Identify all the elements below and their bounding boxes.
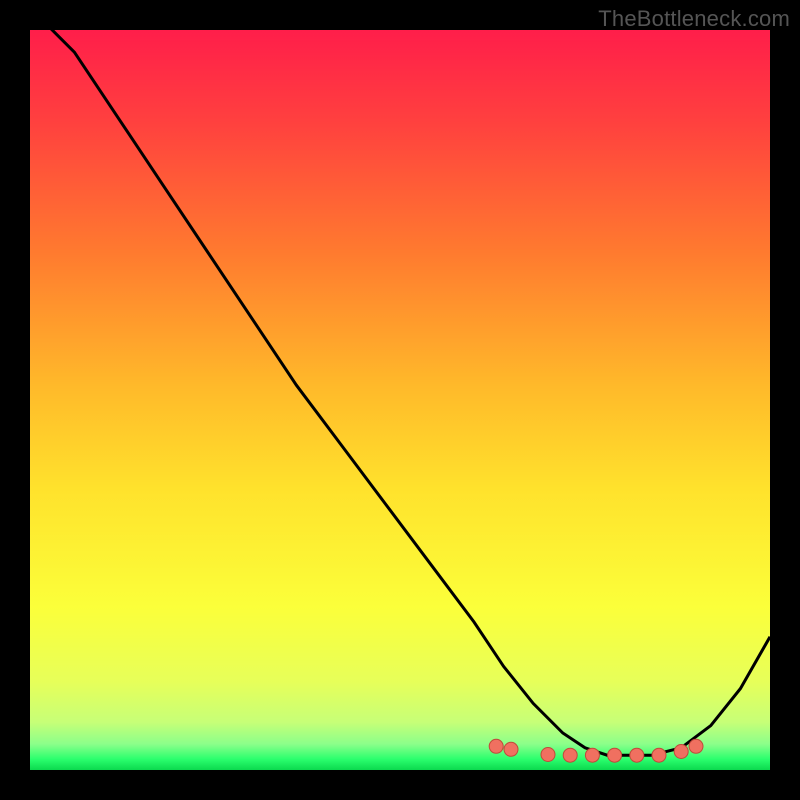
bottleneck-chart [30,30,770,770]
marker-dot [630,748,644,762]
marker-dot [608,748,622,762]
marker-dot [504,742,518,756]
chart-background [30,30,770,770]
marker-dot [689,739,703,753]
marker-dot [652,748,666,762]
marker-dot [563,748,577,762]
watermark-text: TheBottleneck.com [598,6,790,32]
chart-frame [30,30,770,770]
marker-dot [489,739,503,753]
marker-dot [585,748,599,762]
marker-dot [541,748,555,762]
marker-dot [674,745,688,759]
